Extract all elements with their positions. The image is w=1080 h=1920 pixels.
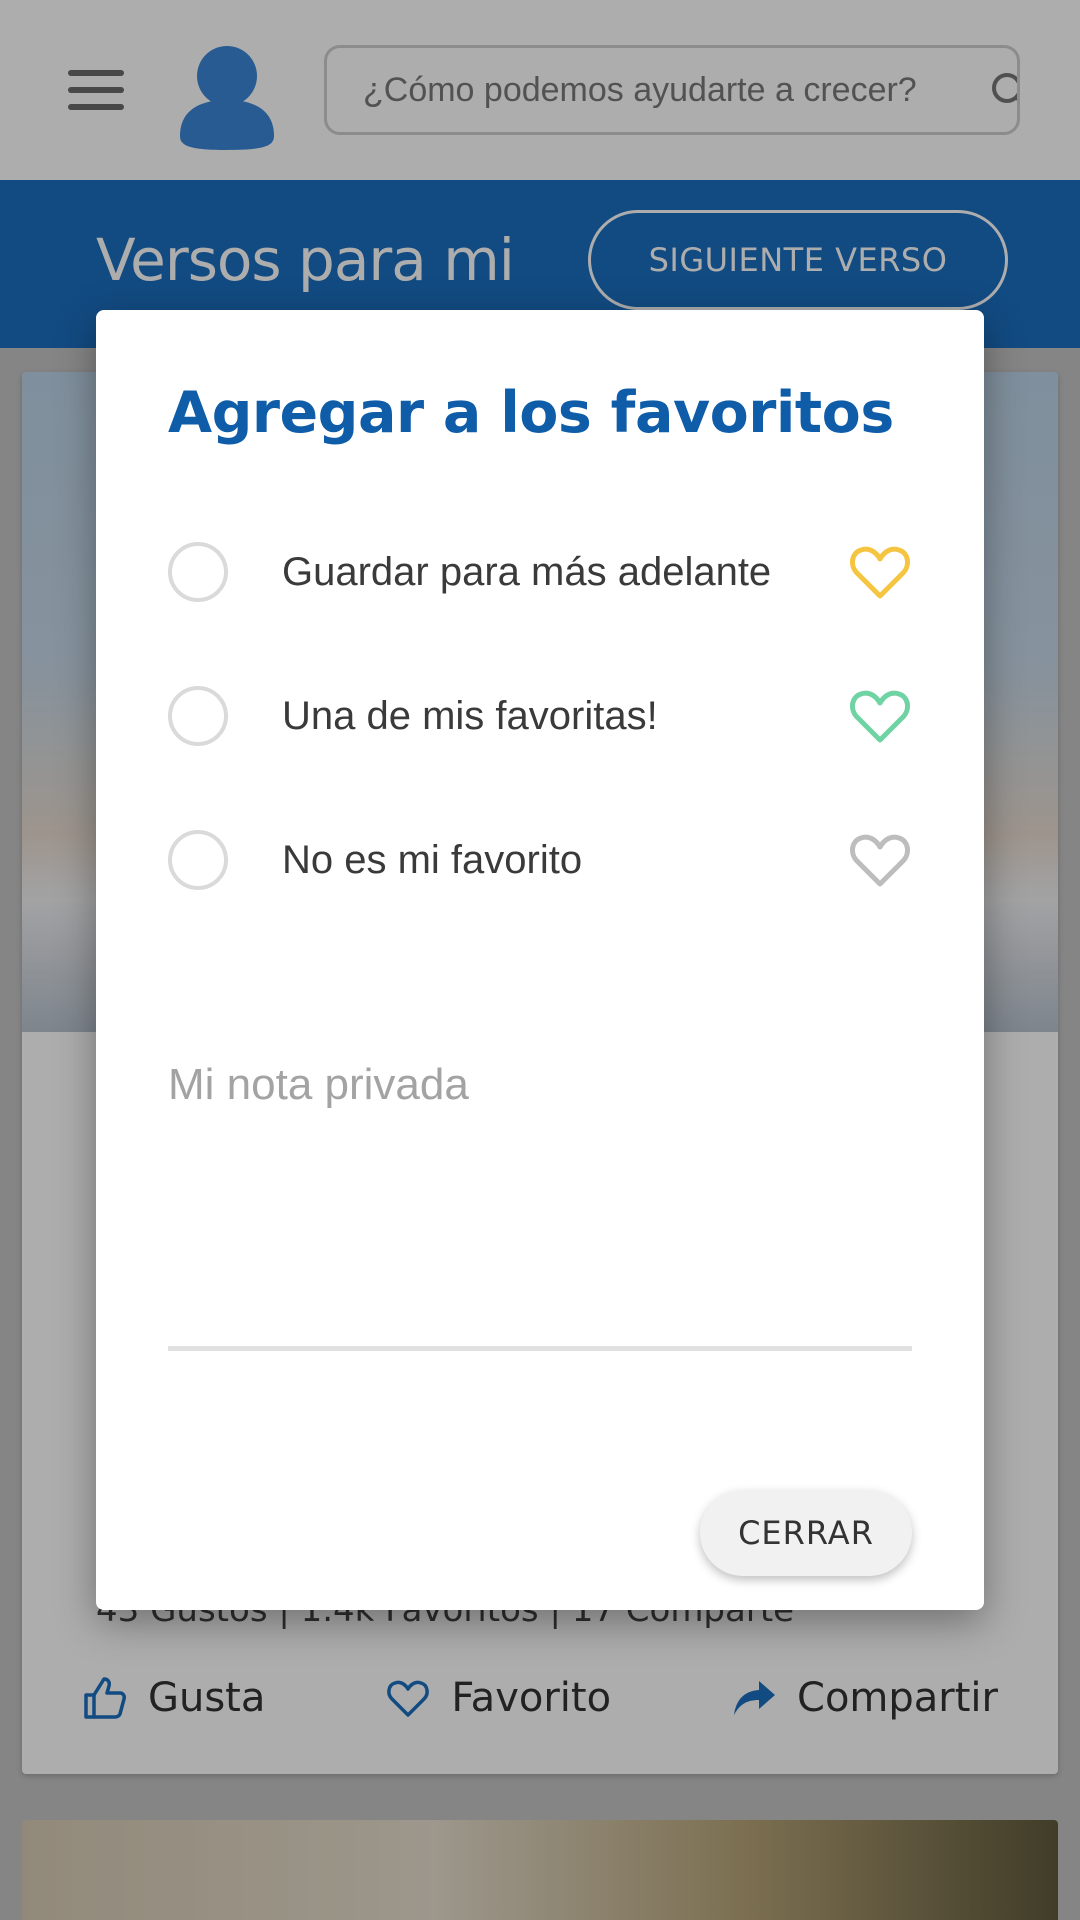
radio-button[interactable] — [168, 830, 228, 890]
option-label: No es mi favorito — [282, 837, 583, 882]
heart-outline-icon — [850, 834, 910, 887]
note-underline — [168, 1346, 912, 1351]
radio-button[interactable] — [168, 686, 228, 746]
private-note-field[interactable] — [168, 1030, 912, 1350]
favorites-dialog: Agregar a los favoritos Guardar para más… — [96, 310, 984, 1610]
option-label: Guardar para más adelante — [282, 549, 772, 594]
dialog-title: Agregar a los favoritos — [168, 380, 894, 446]
heart-outline-icon — [850, 690, 910, 743]
option-label: Una de mis favoritas! — [282, 693, 658, 738]
option-save-later[interactable]: Guardar para más adelante — [168, 536, 912, 608]
app-screen: Versos para mi SIGUIENTE VERSO 43 Gustos… — [0, 0, 1080, 1920]
option-favorite[interactable]: Una de mis favoritas! — [168, 680, 912, 752]
option-not-favorite[interactable]: No es mi favorito — [168, 824, 912, 896]
heart-outline-icon — [850, 546, 910, 599]
radio-button[interactable] — [168, 542, 228, 602]
close-button[interactable]: CERRAR — [700, 1490, 912, 1576]
